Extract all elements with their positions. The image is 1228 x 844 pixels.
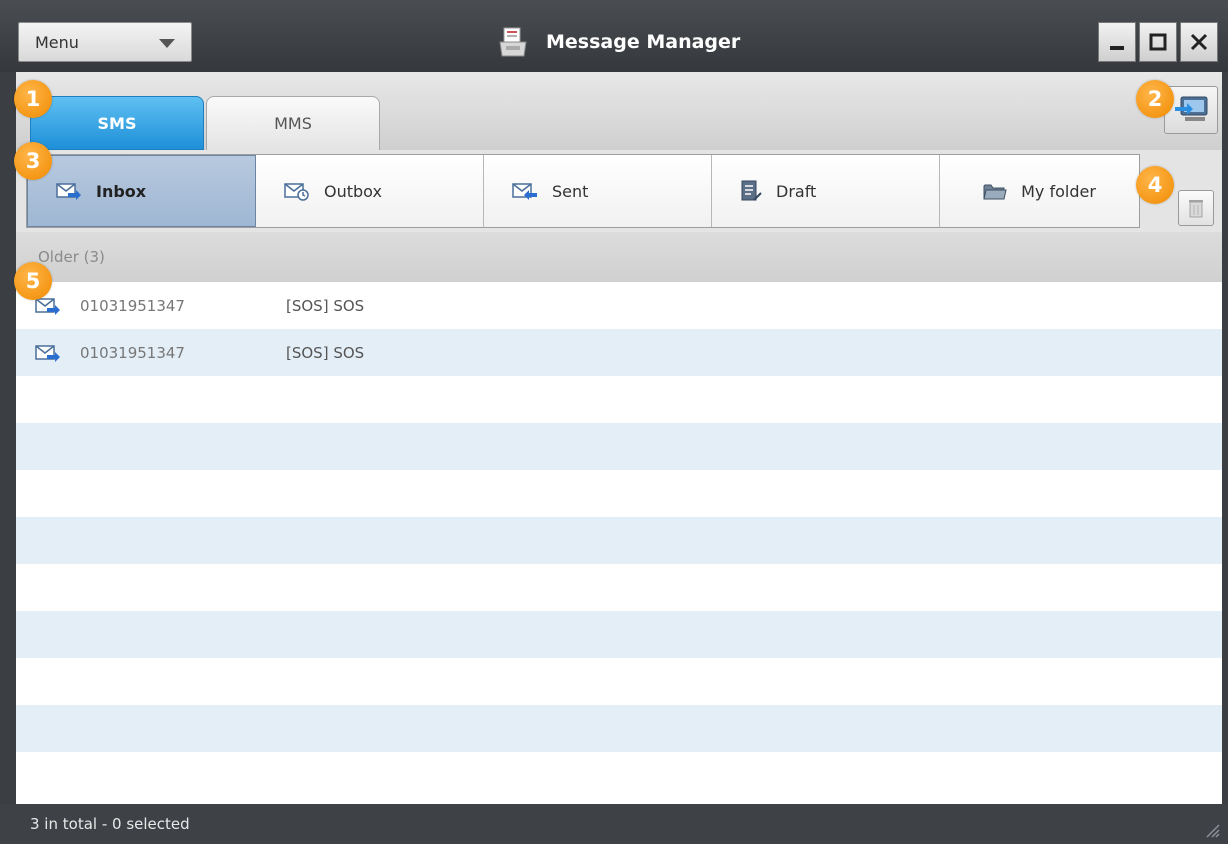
empty-row <box>16 564 1222 611</box>
folder-bar: Inbox Outbox Sent Draft My folder <box>16 150 1222 232</box>
empty-row <box>16 611 1222 658</box>
message-row[interactable]: 01031951347 [SOS] SOS <box>16 282 1222 329</box>
sent-icon <box>512 183 537 200</box>
menu-label: Menu <box>35 32 79 52</box>
received-message-icon <box>16 343 80 363</box>
empty-row <box>16 470 1222 517</box>
folder-my-folder-label: My folder <box>1021 181 1096 201</box>
empty-row <box>16 705 1222 752</box>
close-button[interactable] <box>1180 22 1218 62</box>
close-icon <box>1190 33 1208 51</box>
message-number: 01031951347 <box>80 343 185 362</box>
message-preview: [SOS] SOS <box>286 343 365 362</box>
menu-dropdown[interactable]: Menu <box>18 22 192 62</box>
folder-inbox-label: Inbox <box>96 181 147 201</box>
status-text: 3 in total - 0 selected <box>30 815 190 833</box>
resize-grip-icon[interactable] <box>1202 820 1220 838</box>
message-manager-icon <box>498 26 528 58</box>
status-bar: 3 in total - 0 selected <box>0 804 1228 844</box>
folder-draft[interactable]: Draft <box>712 155 940 227</box>
delete-button[interactable] <box>1178 190 1214 226</box>
minimize-button[interactable] <box>1098 22 1136 62</box>
window-controls <box>1098 22 1218 62</box>
maximize-button[interactable] <box>1139 22 1177 62</box>
title-bar: Menu Message Manager <box>0 0 1228 72</box>
window-title: Message Manager <box>498 22 740 62</box>
callout-badge: 3 <box>14 142 52 180</box>
group-header: Older (3) <box>16 232 1222 282</box>
empty-row <box>16 376 1222 423</box>
message-manager-window: Menu Message Manager SMS MMS Inbox Outbo… <box>0 0 1228 844</box>
draft-icon <box>741 180 762 201</box>
trash-icon <box>1189 200 1203 218</box>
empty-row <box>16 517 1222 564</box>
inbox-icon <box>56 183 81 200</box>
folder-tabs: Inbox Outbox Sent Draft My folder <box>26 154 1140 228</box>
message-list: Older (3) 01031951347 [SOS] SOS 01031951… <box>16 232 1222 804</box>
tab-strip: SMS MMS <box>16 72 1222 150</box>
message-number: 01031951347 <box>80 296 185 315</box>
empty-row <box>16 658 1222 705</box>
outbox-icon <box>284 183 309 201</box>
tab-mms[interactable]: MMS <box>206 96 380 150</box>
folder-sent-label: Sent <box>552 181 589 201</box>
folder-outbox[interactable]: Outbox <box>256 155 484 227</box>
callout-badge: 4 <box>1136 166 1174 204</box>
empty-row <box>16 423 1222 470</box>
folder-sent[interactable]: Sent <box>484 155 712 227</box>
pc-sync-icon <box>1175 96 1208 121</box>
folder-draft-label: Draft <box>776 181 817 201</box>
message-preview: [SOS] SOS <box>286 296 365 315</box>
empty-row <box>16 752 1222 799</box>
folder-inbox[interactable]: Inbox <box>27 155 256 227</box>
callout-badge: 1 <box>14 80 52 118</box>
window-title-text: Message Manager <box>546 31 741 53</box>
minimize-icon <box>1110 46 1124 50</box>
maximize-icon <box>1149 33 1167 51</box>
folder-icon <box>983 184 1007 200</box>
folder-outbox-label: Outbox <box>324 181 382 201</box>
callout-badge: 5 <box>14 262 52 300</box>
chevron-down-icon <box>159 39 175 48</box>
tab-sms[interactable]: SMS <box>30 96 204 150</box>
message-row[interactable]: 01031951347 [SOS] SOS <box>16 329 1222 376</box>
folder-my-folder[interactable]: My folder <box>940 155 1139 227</box>
callout-badge: 2 <box>1136 80 1174 118</box>
